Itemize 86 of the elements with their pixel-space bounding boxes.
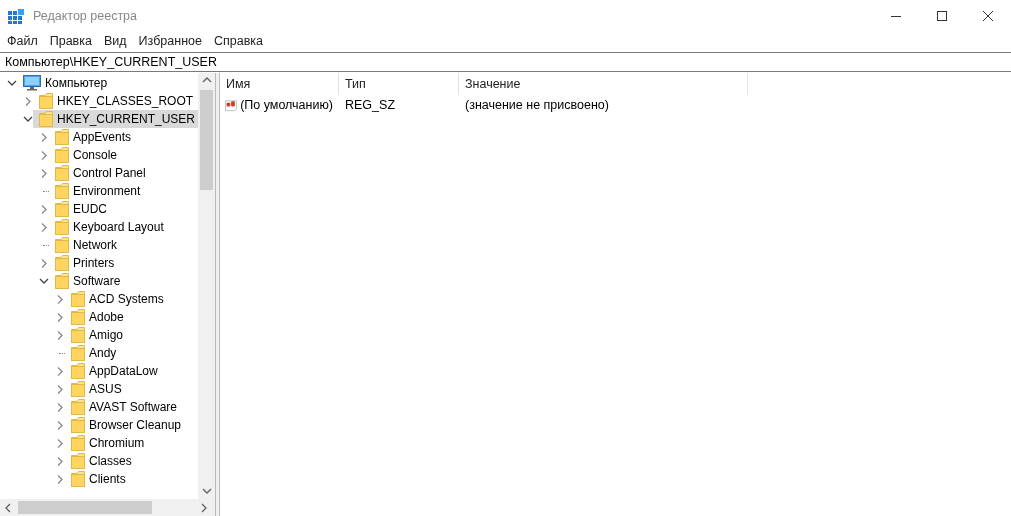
table-cell: (По умолчанию) — [240, 98, 333, 112]
string-value-icon — [225, 97, 238, 113]
tree-item[interactable]: HKEY_CLASSES_ROOT — [33, 92, 198, 110]
tree-item[interactable]: Classes — [65, 452, 136, 470]
maximize-icon — [936, 10, 948, 22]
folder-icon — [55, 165, 69, 181]
folder-icon — [71, 399, 85, 415]
folder-icon — [55, 273, 69, 289]
tree-item[interactable]: ACD Systems — [65, 290, 168, 308]
expand-chevron-icon[interactable] — [39, 257, 49, 269]
horizontal-scrollbar[interactable] — [0, 499, 215, 516]
close-icon — [982, 10, 994, 22]
column-header[interactable]: Тип — [339, 73, 459, 95]
tree-item[interactable]: AppEvents — [49, 128, 136, 146]
expand-chevron-icon[interactable] — [55, 455, 65, 467]
tree-item[interactable]: AppDataLow — [65, 362, 162, 380]
expand-chevron-icon[interactable] — [39, 131, 49, 143]
scroll-down-icon[interactable] — [201, 486, 212, 496]
tree-item[interactable]: Control Panel — [49, 164, 150, 182]
folder-icon — [71, 363, 85, 379]
folder-icon — [55, 201, 69, 217]
menu-item[interactable]: Файл — [1, 34, 44, 48]
menu-item[interactable]: Справка — [207, 34, 269, 48]
folder-icon — [71, 327, 85, 343]
expand-chevron-icon[interactable] — [55, 473, 65, 485]
tree-item[interactable]: Компьютер — [17, 74, 112, 92]
folder-icon — [71, 291, 85, 307]
folder-icon — [55, 183, 69, 199]
expand-chevron-icon[interactable] — [55, 311, 65, 323]
tree-item[interactable]: Adobe — [65, 308, 128, 326]
folder-icon — [71, 381, 85, 397]
vertical-scrollbar[interactable] — [198, 73, 215, 499]
folder-icon — [55, 147, 69, 163]
tree-item[interactable]: Amigo — [65, 326, 127, 344]
expand-chevron-icon[interactable] — [55, 401, 65, 413]
registry-app-icon — [8, 8, 24, 24]
tree-item[interactable]: EUDC — [49, 200, 111, 218]
expand-chevron-icon[interactable] — [55, 293, 65, 305]
tree-item[interactable]: Keyboard Layout — [49, 218, 168, 236]
tree-item[interactable]: Environment — [49, 182, 145, 200]
expand-chevron-icon[interactable] — [55, 329, 65, 341]
expand-chevron-icon[interactable] — [39, 221, 49, 233]
folder-icon — [71, 417, 85, 433]
menu-item[interactable]: Избранное — [132, 34, 208, 48]
folder-icon — [55, 219, 69, 235]
tree-item[interactable]: Network — [49, 236, 121, 254]
tree-item[interactable]: Printers — [49, 254, 119, 272]
folder-icon — [71, 345, 85, 361]
column-header[interactable]: Значение — [459, 73, 748, 95]
tree-item[interactable]: AVAST Software — [65, 398, 182, 416]
computer-icon — [23, 75, 41, 91]
expand-chevron-icon[interactable] — [55, 419, 65, 431]
table-cell-text: REG_SZ — [344, 98, 396, 112]
tree-item[interactable]: ASUS — [65, 380, 126, 398]
folder-icon — [71, 471, 85, 487]
tree-item[interactable]: Chromium — [65, 434, 149, 452]
tree-item[interactable]: Software — [49, 272, 125, 290]
expand-chevron-icon[interactable] — [55, 437, 65, 449]
expand-chevron-icon[interactable] — [39, 149, 49, 161]
menu-item[interactable]: Вид — [97, 34, 133, 48]
tree-item[interactable]: Andy — [65, 344, 121, 362]
folder-icon — [39, 93, 53, 109]
table-cell-text: (значение не присвоено) — [464, 98, 610, 112]
scrollbar-thumb[interactable] — [18, 501, 152, 514]
folder-icon — [71, 453, 85, 469]
folder-icon — [71, 435, 85, 451]
folder-icon — [55, 237, 69, 253]
folder-icon — [71, 309, 85, 325]
window-title: Редактор реестра — [33, 9, 138, 23]
tree-item[interactable]: Console — [49, 146, 122, 164]
expand-chevron-icon[interactable] — [55, 365, 65, 377]
expand-chevron-icon[interactable] — [39, 167, 49, 179]
folder-icon — [55, 255, 69, 271]
tree-item[interactable]: Browser Cleanup — [65, 416, 186, 434]
expand-chevron-icon[interactable] — [55, 383, 65, 395]
column-header[interactable]: Имя — [220, 73, 339, 95]
expand-chevron-icon[interactable] — [23, 95, 33, 107]
tree-item[interactable]: HKEY_CURRENT_USER — [33, 110, 198, 128]
scrollbar-thumb[interactable] — [200, 90, 213, 190]
folder-icon — [39, 111, 53, 127]
folder-icon — [55, 129, 69, 145]
menu-item[interactable]: Правка — [43, 34, 98, 48]
expand-chevron-icon[interactable] — [39, 203, 49, 215]
tree-item[interactable]: Clients — [65, 470, 130, 488]
scroll-right-icon[interactable] — [199, 502, 209, 513]
address-field[interactable]: Компьютер\HKEY_CURRENT_USER — [0, 52, 1011, 72]
